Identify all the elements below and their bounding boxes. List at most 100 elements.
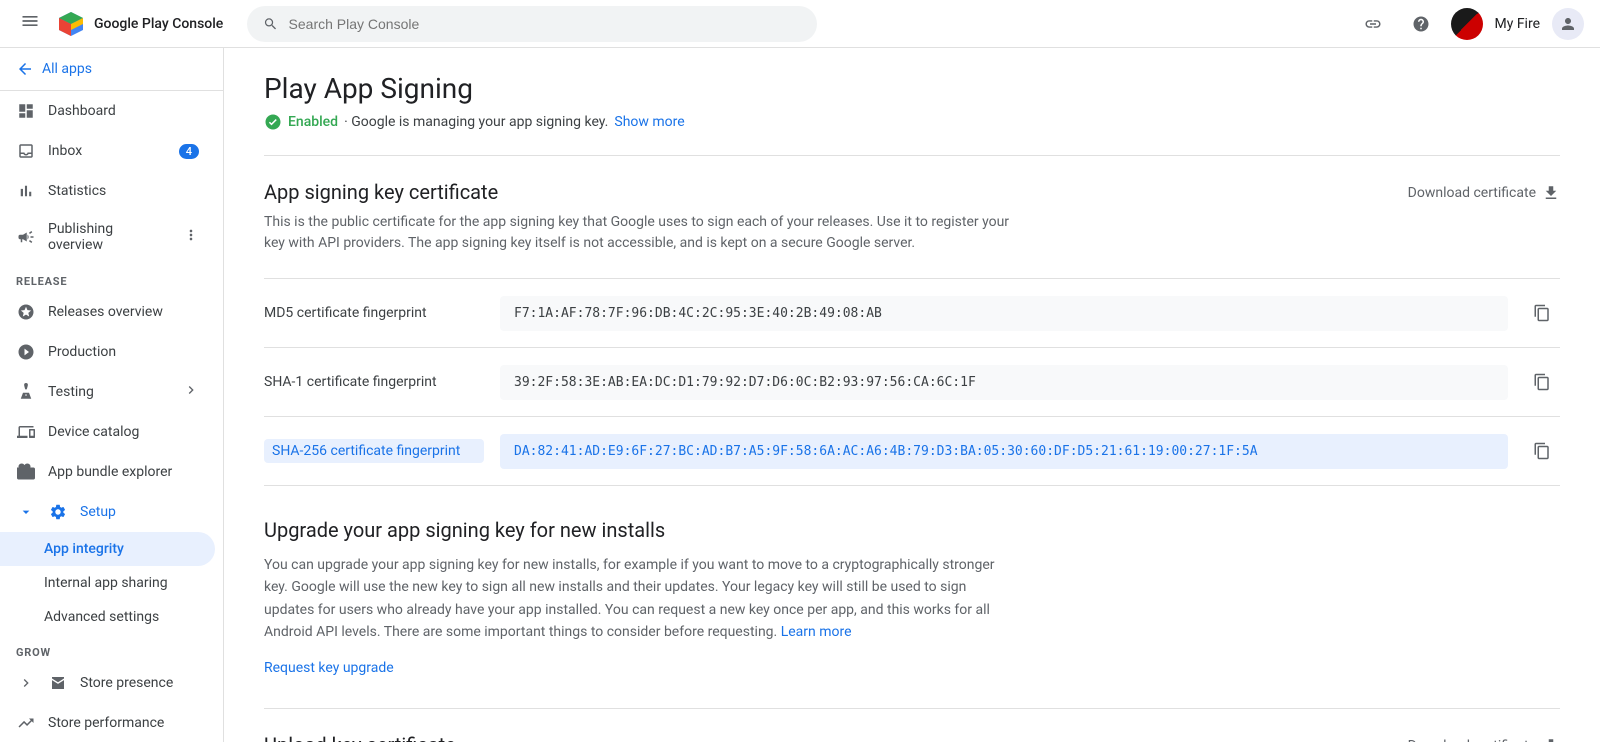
all-apps-label: All apps (42, 61, 92, 77)
inbox-label: Inbox (48, 143, 82, 159)
upload-cert-header: Upload key certificate Download certific… (264, 733, 1560, 742)
sidebar-item-releases-overview[interactable]: Releases overview (0, 292, 215, 332)
testing-icon (16, 382, 36, 402)
md5-copy-button[interactable] (1524, 295, 1560, 331)
app-bundle-icon (16, 462, 36, 482)
md5-value: F7:1A:AF:78:7F:96:DB:4C:2C:95:3E:40:2B:4… (500, 296, 1508, 331)
status-enabled: Enabled (288, 114, 338, 130)
inbox-badge: 4 (179, 144, 199, 159)
fingerprints-container: MD5 certificate fingerprint F7:1A:AF:78:… (264, 278, 1560, 486)
learn-more-link[interactable]: Learn more (781, 624, 852, 640)
download-cert-label-2: Download certificate (1408, 738, 1536, 742)
device-catalog-icon (16, 422, 36, 442)
sidebar-item-dashboard[interactable]: Dashboard (0, 91, 215, 131)
sidebar-item-store-performance[interactable]: Store performance (0, 703, 215, 742)
fingerprint-row-sha1: SHA-1 certificate fingerprint 39:2F:58:3… (264, 348, 1560, 417)
sha256-copy-button[interactable] (1524, 433, 1560, 469)
sidebar-sub-item-internal-app-sharing[interactable]: Internal app sharing (0, 566, 215, 600)
statistics-icon (16, 181, 36, 201)
status-check-icon (264, 113, 282, 131)
sidebar-item-setup[interactable]: Setup (0, 492, 215, 532)
top-divider (264, 155, 1560, 156)
production-label: Production (48, 344, 116, 360)
cert-section-desc: This is the public certificate for the a… (264, 212, 1014, 254)
sidebar-item-app-bundle-explorer[interactable]: App bundle explorer (0, 452, 215, 492)
statistics-label: Statistics (48, 183, 106, 199)
all-apps-link[interactable]: All apps (0, 48, 223, 91)
layout: All apps Dashboard Inbox 4 Statistics (0, 48, 1600, 742)
sidebar-item-inbox[interactable]: Inbox 4 (0, 131, 215, 171)
inbox-icon (16, 141, 36, 161)
publishing-expand-icon (183, 227, 199, 247)
status-desc: · Google is managing your app signing ke… (344, 114, 608, 130)
store-presence-icon (16, 673, 36, 693)
show-more-link[interactable]: Show more (614, 114, 684, 130)
sidebar-sub-item-advanced-settings[interactable]: Advanced settings (0, 600, 215, 634)
search-bar[interactable] (247, 6, 817, 42)
sha256-label: SHA-256 certificate fingerprint (264, 439, 484, 463)
user-flag-avatar[interactable] (1451, 8, 1483, 40)
search-input[interactable] (289, 16, 802, 32)
sidebar: All apps Dashboard Inbox 4 Statistics (0, 48, 224, 742)
user-name[interactable]: My Fire (1495, 16, 1541, 32)
setup-expand-icon (16, 502, 36, 522)
upgrade-section: Upgrade your app signing key for new ins… (264, 518, 1560, 676)
setup-icon (48, 502, 68, 522)
download-icon-1 (1542, 184, 1560, 202)
download-icon-2 (1542, 737, 1560, 742)
logo[interactable]: Google Play Console (56, 9, 223, 39)
sha256-value: DA:82:41:AD:E9:6F:27:BC:AD:B7:A5:9F:58:6… (500, 434, 1508, 469)
search-icon (263, 16, 278, 32)
device-catalog-label: Device catalog (48, 424, 139, 440)
logo-text: Google Play Console (94, 16, 223, 32)
sha1-copy-button[interactable] (1524, 364, 1560, 400)
setup-label: Setup (80, 504, 116, 520)
topbar: Google Play Console My Fire (0, 0, 1600, 48)
upload-divider (264, 708, 1560, 709)
store-performance-icon (16, 713, 36, 733)
sidebar-item-production[interactable]: Production (0, 332, 215, 372)
main-content: Play App Signing Enabled · Google is man… (224, 48, 1600, 742)
menu-icon[interactable] (16, 7, 44, 40)
request-key-upgrade-link[interactable]: Request key upgrade (264, 660, 394, 676)
download-cert-label-1: Download certificate (1408, 185, 1536, 201)
releases-overview-label: Releases overview (48, 304, 163, 320)
link-icon-btn[interactable] (1355, 6, 1391, 42)
sidebar-item-publishing[interactable]: Publishing overview (0, 211, 215, 263)
sha1-value: 39:2F:58:3E:AB:EA:DC:D1:79:92:D7:D6:0C:B… (500, 365, 1508, 400)
dashboard-label: Dashboard (48, 103, 116, 119)
sidebar-item-testing[interactable]: Testing (0, 372, 215, 412)
fingerprint-row-md5: MD5 certificate fingerprint F7:1A:AF:78:… (264, 278, 1560, 348)
advanced-settings-label: Advanced settings (44, 609, 159, 625)
download-cert-button-1[interactable]: Download certificate (1408, 184, 1560, 202)
user-avatar[interactable] (1552, 8, 1584, 40)
testing-expand-icon (183, 382, 199, 402)
app-bundle-label: App bundle explorer (48, 464, 172, 480)
md5-label: MD5 certificate fingerprint (264, 305, 484, 321)
production-icon (16, 342, 36, 362)
upload-cert-title: Upload key certificate (264, 733, 456, 742)
upgrade-title: Upgrade your app signing key for new ins… (264, 518, 1560, 542)
grow-section-label: Grow (0, 634, 223, 663)
cert-section-header: App signing key certificate Download cer… (264, 180, 1560, 204)
page-title: Play App Signing (264, 72, 1560, 105)
dashboard-icon (16, 101, 36, 121)
store-presence-label: Store presence (80, 675, 173, 691)
sidebar-item-store-presence[interactable]: Store presence (0, 663, 215, 703)
sidebar-sub-item-app-integrity[interactable]: App integrity (0, 532, 215, 566)
upgrade-desc: You can upgrade your app signing key for… (264, 554, 1014, 644)
publishing-label: Publishing overview (48, 221, 171, 253)
sidebar-item-device-catalog[interactable]: Device catalog (0, 412, 215, 452)
upload-section: Upload key certificate Download certific… (264, 733, 1560, 742)
releases-icon (16, 302, 36, 322)
testing-label: Testing (48, 384, 94, 400)
internal-app-sharing-label: Internal app sharing (44, 575, 168, 591)
cert-section-title: App signing key certificate (264, 180, 498, 204)
help-icon-btn[interactable] (1403, 6, 1439, 42)
topbar-right: My Fire (1355, 6, 1585, 42)
store-icon (48, 673, 68, 693)
download-cert-button-2[interactable]: Download certificate (1408, 737, 1560, 742)
publishing-icon (16, 227, 36, 247)
sidebar-item-statistics[interactable]: Statistics (0, 171, 215, 211)
status-bar: Enabled · Google is managing your app si… (264, 113, 1560, 131)
